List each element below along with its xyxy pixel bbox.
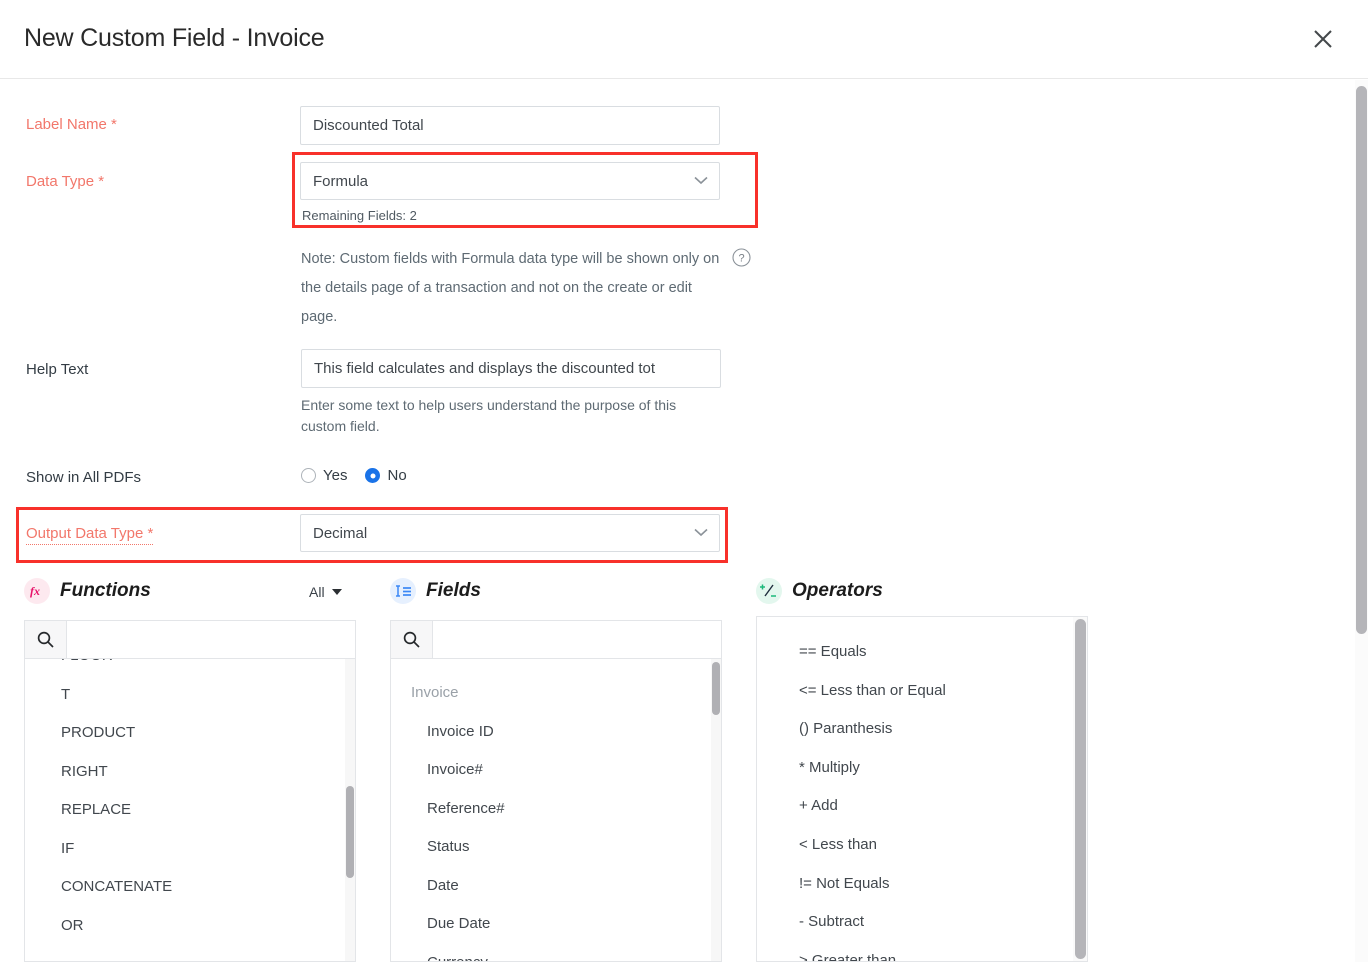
list-item[interactable]: Date <box>391 867 721 906</box>
list-item[interactable]: Due Date <box>391 905 721 944</box>
data-type-select[interactable]: Formula <box>300 162 720 200</box>
operators-list-box: == Equals <= Less than or Equal () Paran… <box>756 616 1088 962</box>
list-item[interactable]: FLOOR <box>25 659 355 676</box>
list-item[interactable]: <= Less than or Equal <box>757 672 1087 711</box>
list-item[interactable]: < Less than <box>757 826 1087 865</box>
list-item[interactable]: Invoice ID <box>391 713 721 752</box>
fields-list: Invoice Invoice ID Invoice# Reference# S… <box>391 674 721 961</box>
question-mark-icon[interactable]: ? <box>732 248 751 267</box>
plus-minus-icon <box>756 578 782 604</box>
fields-search-bar <box>391 621 721 659</box>
text-field-icon <box>390 578 416 604</box>
output-data-type-label: Output Data Type * <box>26 525 153 545</box>
show-in-pdfs-radio-group: Yes No <box>301 467 407 484</box>
list-item[interactable]: - Subtract <box>757 903 1087 942</box>
list-item[interactable]: () Paranthesis <box>757 710 1087 749</box>
svg-text:?: ? <box>738 253 744 265</box>
list-item[interactable]: T <box>25 676 355 715</box>
fx-icon: fx <box>24 578 50 604</box>
functions-scrollbar-thumb[interactable] <box>346 786 354 878</box>
operators-list: == Equals <= Less than or Equal () Paran… <box>757 633 1087 961</box>
radio-label-no: No <box>387 467 406 484</box>
help-text-input[interactable] <box>301 349 721 388</box>
fields-panel-title: Fields <box>426 580 481 602</box>
operators-scrollbar-thumb[interactable] <box>1075 619 1086 959</box>
fields-panel-header: Fields <box>390 578 481 604</box>
data-type-label: Data Type * <box>26 173 104 190</box>
output-data-type-select[interactable]: Decimal <box>300 514 720 552</box>
fields-list-box: Invoice Invoice ID Invoice# Reference# S… <box>390 620 722 962</box>
functions-panel-title: Functions <box>60 580 151 602</box>
fields-scrollbar-thumb[interactable] <box>712 662 720 715</box>
radio-indicator-yes <box>301 468 316 483</box>
radio-option-yes[interactable]: Yes <box>301 467 347 484</box>
formula-note-text: Note: Custom fields with Formula data ty… <box>301 245 721 332</box>
list-item[interactable]: REPLACE <box>25 791 355 830</box>
page-scrollbar-thumb[interactable] <box>1356 86 1367 634</box>
help-text-hint: Enter some text to help users understand… <box>301 395 713 437</box>
list-item[interactable]: Currency <box>391 944 721 962</box>
modal-header: New Custom Field - Invoice <box>0 0 1368 79</box>
list-item[interactable]: RIGHT <box>25 753 355 792</box>
list-item[interactable]: * Multiply <box>757 749 1087 788</box>
list-item[interactable]: Invoice# <box>391 751 721 790</box>
remaining-fields-text: Remaining Fields: 2 <box>302 208 417 223</box>
operators-panel-title: Operators <box>792 580 883 602</box>
radio-option-no[interactable]: No <box>365 467 406 484</box>
page-title: New Custom Field - Invoice <box>24 24 324 53</box>
list-item[interactable]: CONCATENATE <box>25 868 355 907</box>
list-group-label: Invoice <box>391 674 721 713</box>
caret-down-icon <box>332 589 342 596</box>
label-name-label: Label Name * <box>26 116 117 133</box>
formula-builder-panels: fx Functions All <box>0 570 1355 962</box>
list-item[interactable]: + Add <box>757 787 1087 826</box>
operators-panel-header: Operators <box>756 578 883 604</box>
label-name-input[interactable] <box>300 106 720 145</box>
radio-indicator-no <box>365 468 380 483</box>
output-data-type-value: Decimal <box>313 525 367 542</box>
radio-label-yes: Yes <box>323 467 347 484</box>
functions-search-input[interactable] <box>67 621 355 658</box>
fields-list-scroll: Invoice Invoice ID Invoice# Reference# S… <box>391 659 721 961</box>
show-in-pdfs-label: Show in All PDFs <box>26 469 141 486</box>
svg-text:fx: fx <box>30 584 40 598</box>
functions-filter-dropdown[interactable]: All <box>309 584 342 600</box>
list-item[interactable]: PRODUCT <box>25 714 355 753</box>
data-type-value: Formula <box>313 173 368 190</box>
help-text-label: Help Text <box>26 361 88 378</box>
list-item[interactable]: Status <box>391 828 721 867</box>
operators-list-scroll: == Equals <= Less than or Equal () Paran… <box>757 617 1087 961</box>
search-icon[interactable] <box>25 621 67 658</box>
functions-panel-header: fx Functions <box>24 578 151 604</box>
functions-filter-label: All <box>309 584 325 600</box>
functions-list: FLOOR T PRODUCT RIGHT REPLACE IF CONCATE… <box>25 659 355 945</box>
list-item[interactable]: OR <box>25 907 355 946</box>
list-item[interactable]: > Greater than <box>757 942 1087 961</box>
search-icon[interactable] <box>391 621 433 658</box>
functions-list-scroll: FLOOR T PRODUCT RIGHT REPLACE IF CONCATE… <box>25 659 355 961</box>
functions-search-bar <box>25 621 355 659</box>
fields-search-input[interactable] <box>433 621 721 658</box>
new-custom-field-modal: New Custom Field - Invoice Label Name * … <box>0 0 1368 962</box>
list-item[interactable]: != Not Equals <box>757 865 1087 904</box>
functions-list-box: FLOOR T PRODUCT RIGHT REPLACE IF CONCATE… <box>24 620 356 962</box>
close-icon[interactable] <box>1304 20 1342 58</box>
list-item[interactable]: == Equals <box>757 633 1087 672</box>
list-item[interactable]: Reference# <box>391 790 721 829</box>
list-item[interactable]: IF <box>25 830 355 869</box>
